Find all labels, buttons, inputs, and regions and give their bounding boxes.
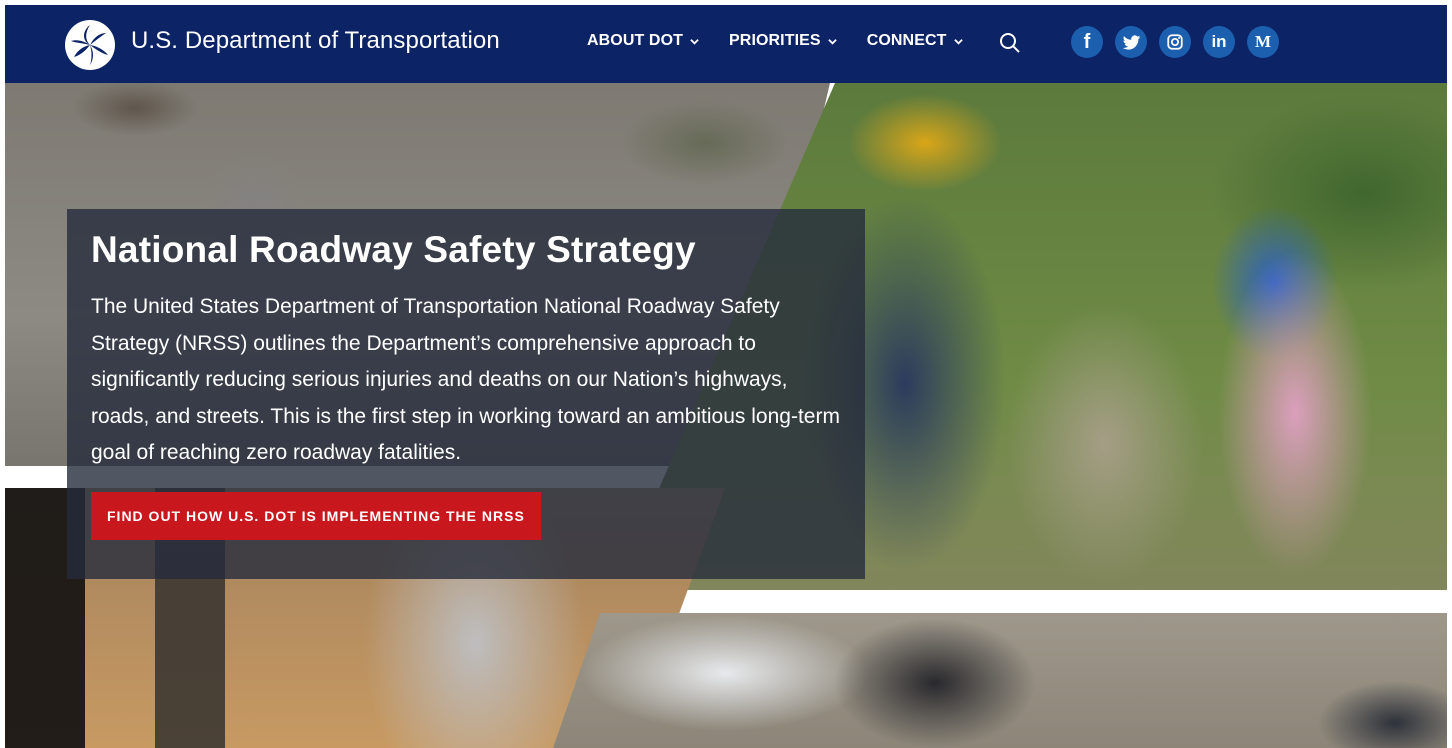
site-title[interactable]: U.S. Department of Transportation [131, 27, 500, 55]
nav-about-dot-label: ABOUT DOT [587, 32, 684, 49]
facebook-glyph: f [1083, 30, 1091, 53]
hero-collage: National Roadway Safety Strategy The Uni… [5, 83, 1447, 748]
chevron-down-icon [953, 38, 963, 45]
nav-priorities[interactable]: PRIORITIES [729, 32, 837, 50]
search-icon[interactable] [999, 32, 1021, 54]
nav-connect[interactable]: CONNECT [867, 32, 963, 50]
hero-description: The United States Department of Transpor… [91, 295, 840, 464]
nav-about-dot[interactable]: ABOUT DOT [587, 32, 699, 50]
instagram-icon[interactable] [1159, 26, 1191, 58]
linkedin-icon[interactable]: in [1203, 26, 1235, 58]
implementing-nrss-button[interactable]: FIND OUT HOW U.S. DOT IS IMPLEMENTING TH… [91, 492, 541, 540]
hero-text-box: National Roadway Safety Strategy The Uni… [67, 209, 865, 579]
medium-glyph: M [1254, 32, 1272, 51]
nav-priorities-label: PRIORITIES [729, 32, 821, 49]
chevron-down-icon [827, 38, 837, 45]
browser-page: U.S. Department of Transportation ABOUT … [5, 5, 1447, 748]
linkedin-glyph: in [1211, 32, 1227, 51]
hero-title: National Roadway Safety Strategy [91, 229, 696, 270]
chevron-down-icon [690, 38, 699, 45]
twitter-bird-glyph [1122, 34, 1140, 50]
instagram-glyph [1167, 34, 1183, 50]
facebook-icon[interactable]: f [1071, 26, 1103, 58]
dot-logo-icon[interactable] [64, 19, 116, 71]
social-links: f in M [1071, 26, 1279, 58]
site-header: U.S. Department of Transportation ABOUT … [5, 5, 1447, 83]
main-nav: ABOUT DOT PRIORITIES CONNECT [587, 32, 963, 50]
nav-connect-label: CONNECT [866, 32, 947, 49]
twitter-icon[interactable] [1115, 26, 1147, 58]
medium-icon[interactable]: M [1247, 26, 1279, 58]
